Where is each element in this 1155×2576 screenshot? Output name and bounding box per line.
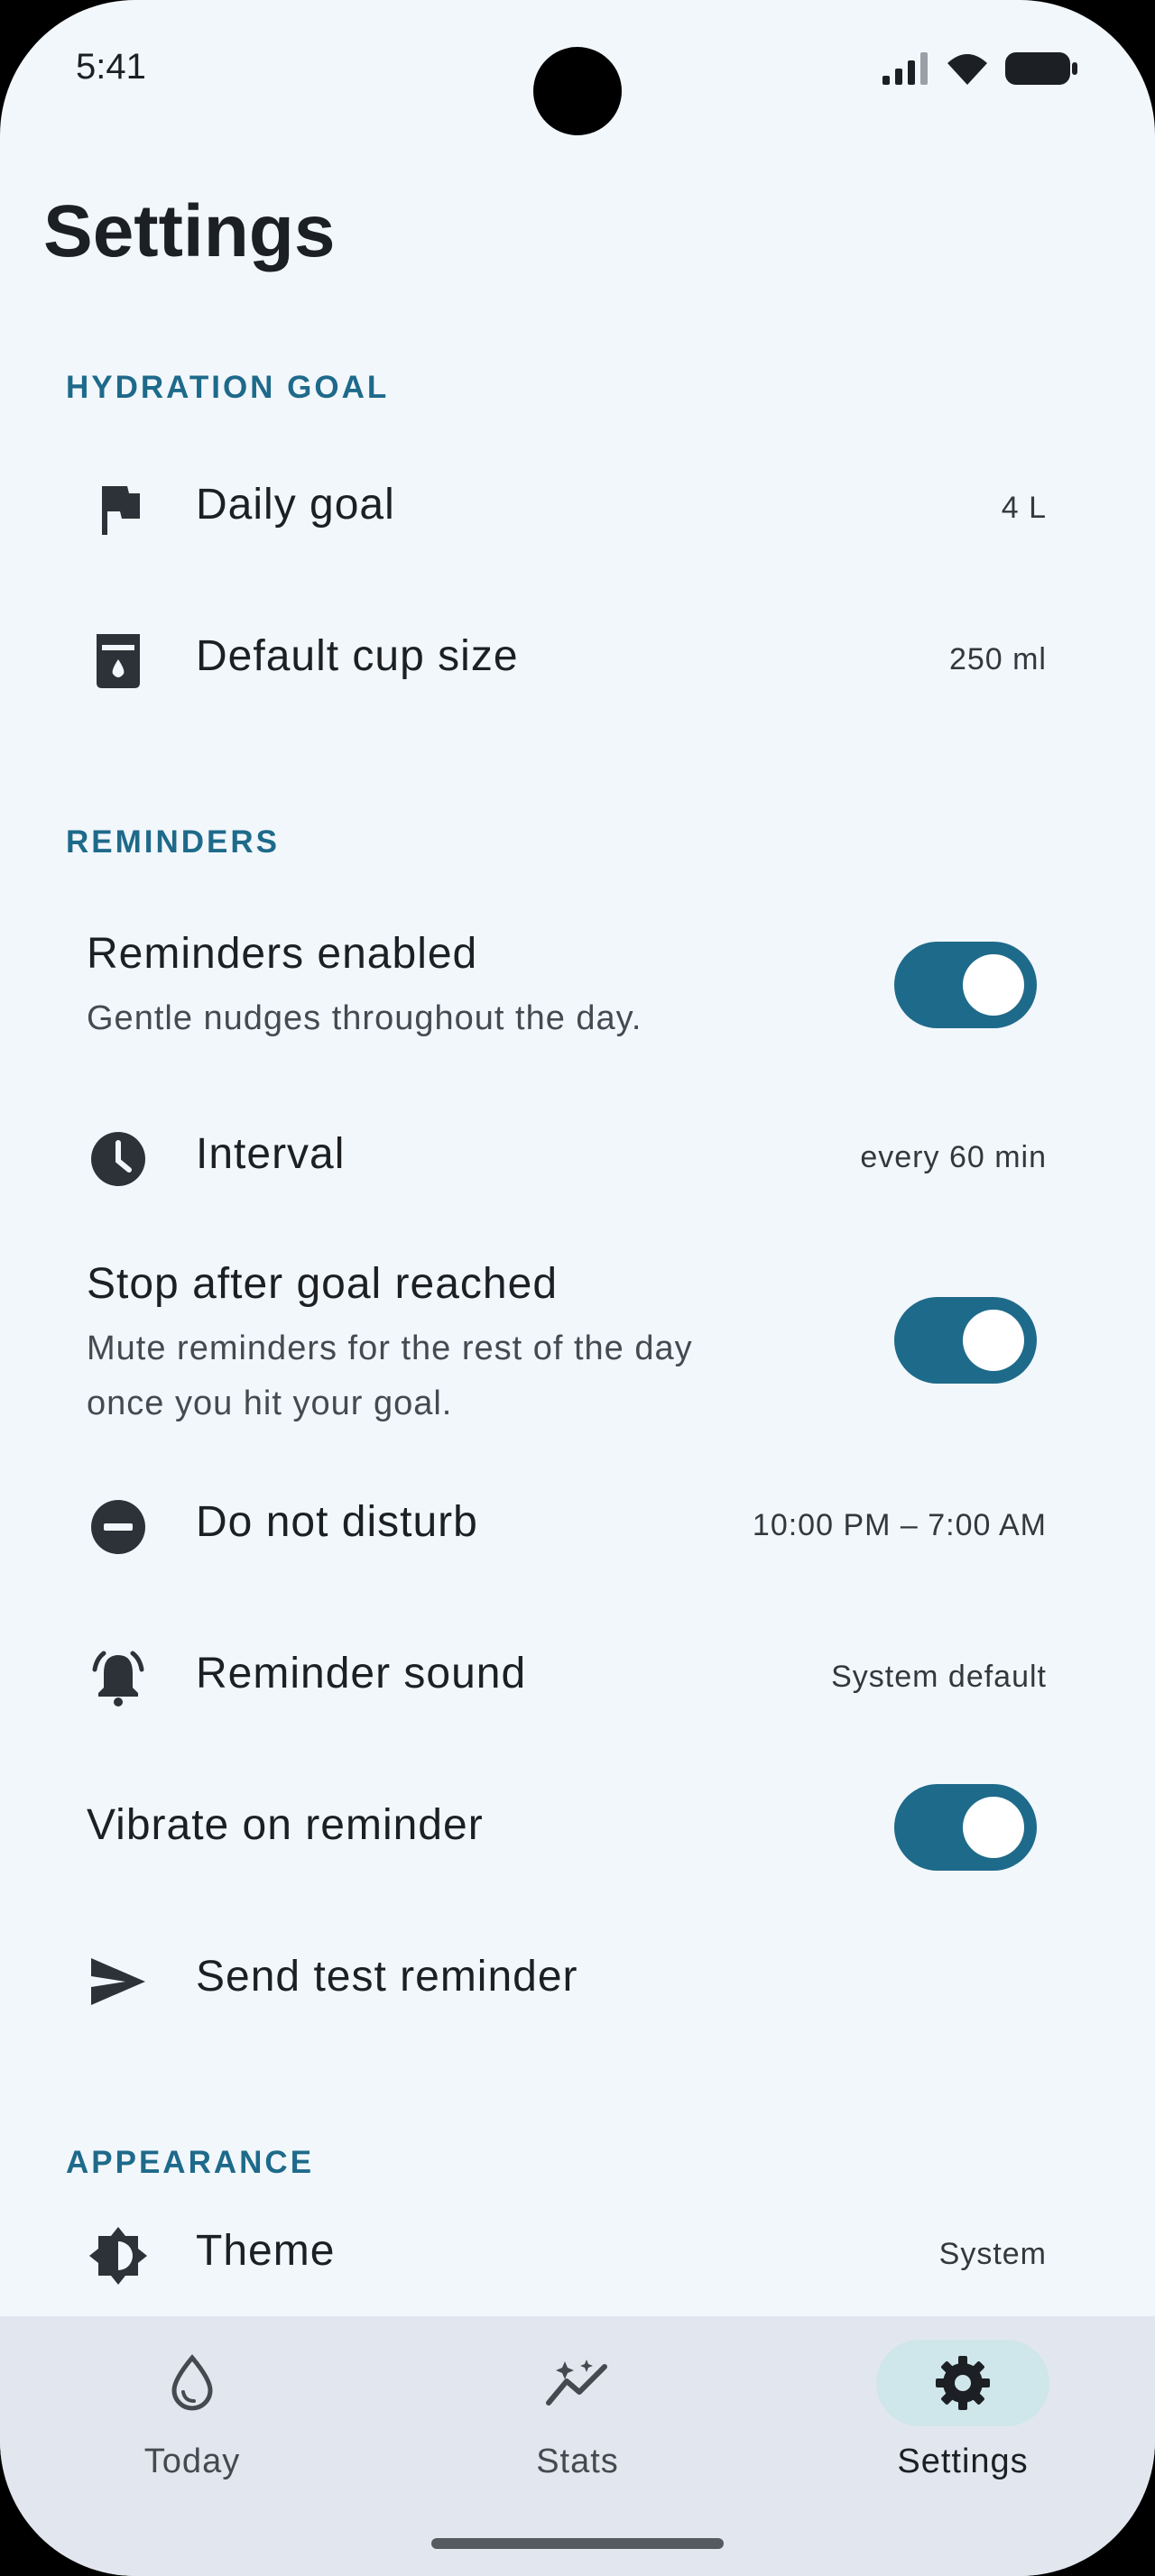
stop-after-goal-subtitle-line1: Mute reminders for the rest of the day bbox=[87, 1329, 693, 1367]
gear-icon bbox=[936, 2356, 990, 2410]
setting-cup-size[interactable]: Default cup size 250 ml bbox=[0, 583, 1155, 736]
reminder-sound-label: Reminder sound bbox=[196, 1650, 527, 1697]
flag-icon bbox=[87, 478, 150, 541]
setting-theme[interactable]: Theme System bbox=[0, 2210, 1155, 2316]
daily-goal-label: Daily goal bbox=[196, 481, 395, 529]
bottom-navigation: Today Stats Settings bbox=[0, 2316, 1155, 2576]
phone-screen: 5:41 Settings HYDRATION GOAL Daily goal bbox=[0, 0, 1155, 2576]
nav-item-stats[interactable]: Stats bbox=[442, 2316, 713, 2515]
vibrate-label: Vibrate on reminder bbox=[87, 1801, 484, 1849]
status-time: 5:41 bbox=[76, 47, 146, 87]
nav-pill-stats bbox=[491, 2340, 664, 2426]
status-bar: 5:41 bbox=[0, 0, 1155, 135]
reminders-enabled-toggle[interactable] bbox=[894, 942, 1037, 1028]
dnd-label: Do not disturb bbox=[196, 1498, 478, 1546]
stop-after-goal-label: Stop after goal reached bbox=[87, 1260, 559, 1308]
reminders-enabled-subtitle: Gentle nudges throughout the day. bbox=[87, 999, 642, 1037]
toggle-knob bbox=[963, 1310, 1024, 1371]
daily-goal-value: 4 L bbox=[1001, 491, 1047, 525]
send-test-label: Send test reminder bbox=[196, 1953, 578, 2001]
stop-after-goal-toggle[interactable] bbox=[894, 1297, 1037, 1384]
wifi-icon bbox=[947, 54, 987, 85]
nav-pill-today bbox=[106, 2340, 279, 2426]
toggle-knob bbox=[963, 954, 1024, 1016]
setting-stop-after-goal[interactable]: Stop after goal reached Mute reminders f… bbox=[0, 1245, 1155, 1443]
cup-size-label: Default cup size bbox=[196, 632, 519, 680]
interval-label: Interval bbox=[196, 1130, 346, 1178]
theme-label: Theme bbox=[196, 2227, 336, 2275]
nav-item-settings[interactable]: Settings bbox=[827, 2316, 1098, 2515]
nav-label-stats: Stats bbox=[536, 2443, 619, 2480]
stop-after-goal-subtitle-line2: once you hit your goal. bbox=[87, 1385, 453, 1422]
clock-icon bbox=[87, 1127, 150, 1191]
system-icons bbox=[881, 51, 1079, 87]
cup-size-value: 250 ml bbox=[948, 642, 1047, 676]
nav-label-today: Today bbox=[143, 2443, 241, 2480]
vibrate-toggle[interactable] bbox=[894, 1784, 1037, 1871]
battery-icon bbox=[1005, 52, 1077, 85]
do-not-disturb-icon bbox=[87, 1495, 150, 1559]
setting-interval[interactable]: Interval every 60 min bbox=[0, 1082, 1155, 1236]
home-indicator[interactable] bbox=[431, 2538, 724, 2549]
interval-value: every 60 min bbox=[860, 1140, 1047, 1174]
bell-icon bbox=[87, 1647, 150, 1710]
page-title: Settings bbox=[43, 190, 336, 272]
setting-daily-goal[interactable]: Daily goal 4 L bbox=[0, 433, 1155, 586]
cup-icon bbox=[87, 630, 150, 693]
setting-reminders-enabled[interactable]: Reminders enabled Gentle nudges througho… bbox=[0, 911, 1155, 1091]
reminder-sound-value: System default bbox=[831, 1660, 1047, 1694]
water-drop-icon bbox=[171, 2354, 213, 2411]
setting-vibrate[interactable]: Vibrate on reminder bbox=[0, 1753, 1155, 1907]
signal-icon bbox=[882, 52, 928, 85]
nav-item-today[interactable]: Today bbox=[57, 2316, 328, 2515]
setting-send-test[interactable]: Send test reminder bbox=[0, 1905, 1155, 2058]
section-heading-hydration: HYDRATION GOAL bbox=[66, 370, 390, 405]
theme-icon bbox=[87, 2224, 150, 2287]
camera-cutout bbox=[533, 47, 622, 135]
stats-icon bbox=[546, 2360, 607, 2406]
theme-value: System bbox=[938, 2237, 1047, 2271]
nav-label-settings: Settings bbox=[897, 2443, 1029, 2480]
setting-do-not-disturb[interactable]: Do not disturb 10:00 PM – 7:00 AM bbox=[0, 1450, 1155, 1604]
dnd-value: 10:00 PM – 7:00 AM bbox=[752, 1508, 1047, 1542]
toggle-knob bbox=[963, 1797, 1024, 1858]
section-heading-reminders: REMINDERS bbox=[66, 824, 281, 860]
nav-pill-settings bbox=[876, 2340, 1049, 2426]
reminders-enabled-label: Reminders enabled bbox=[87, 930, 478, 978]
section-heading-appearance: APPEARANCE bbox=[66, 2145, 315, 2180]
send-icon bbox=[87, 1950, 150, 2013]
setting-reminder-sound[interactable]: Reminder sound System default bbox=[0, 1602, 1155, 1755]
